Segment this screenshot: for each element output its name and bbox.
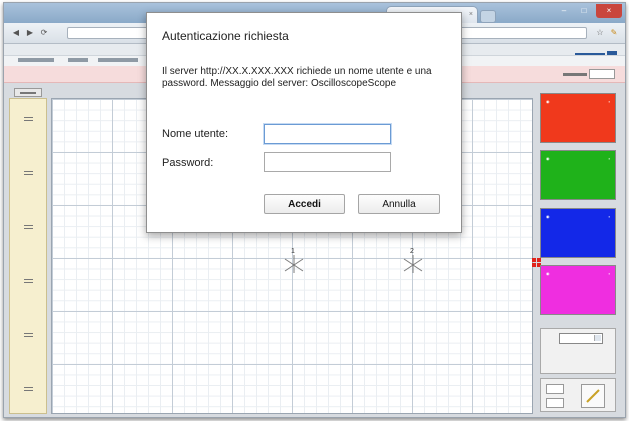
- username-field[interactable]: [264, 124, 391, 144]
- password-label: Password:: [162, 157, 214, 169]
- dialog-overlay: Autenticazione richiesta Il server http:…: [0, 0, 629, 421]
- login-button[interactable]: Accedi: [264, 194, 345, 214]
- username-label: Nome utente:: [162, 128, 229, 140]
- auth-dialog: Autenticazione richiesta Il server http:…: [146, 12, 462, 233]
- dialog-title: Autenticazione richiesta: [162, 29, 289, 43]
- cancel-button[interactable]: Annulla: [358, 194, 440, 214]
- password-field[interactable]: [264, 152, 391, 172]
- dialog-message: Il server http://XX.X.XXX.XXX richiede u…: [162, 66, 432, 89]
